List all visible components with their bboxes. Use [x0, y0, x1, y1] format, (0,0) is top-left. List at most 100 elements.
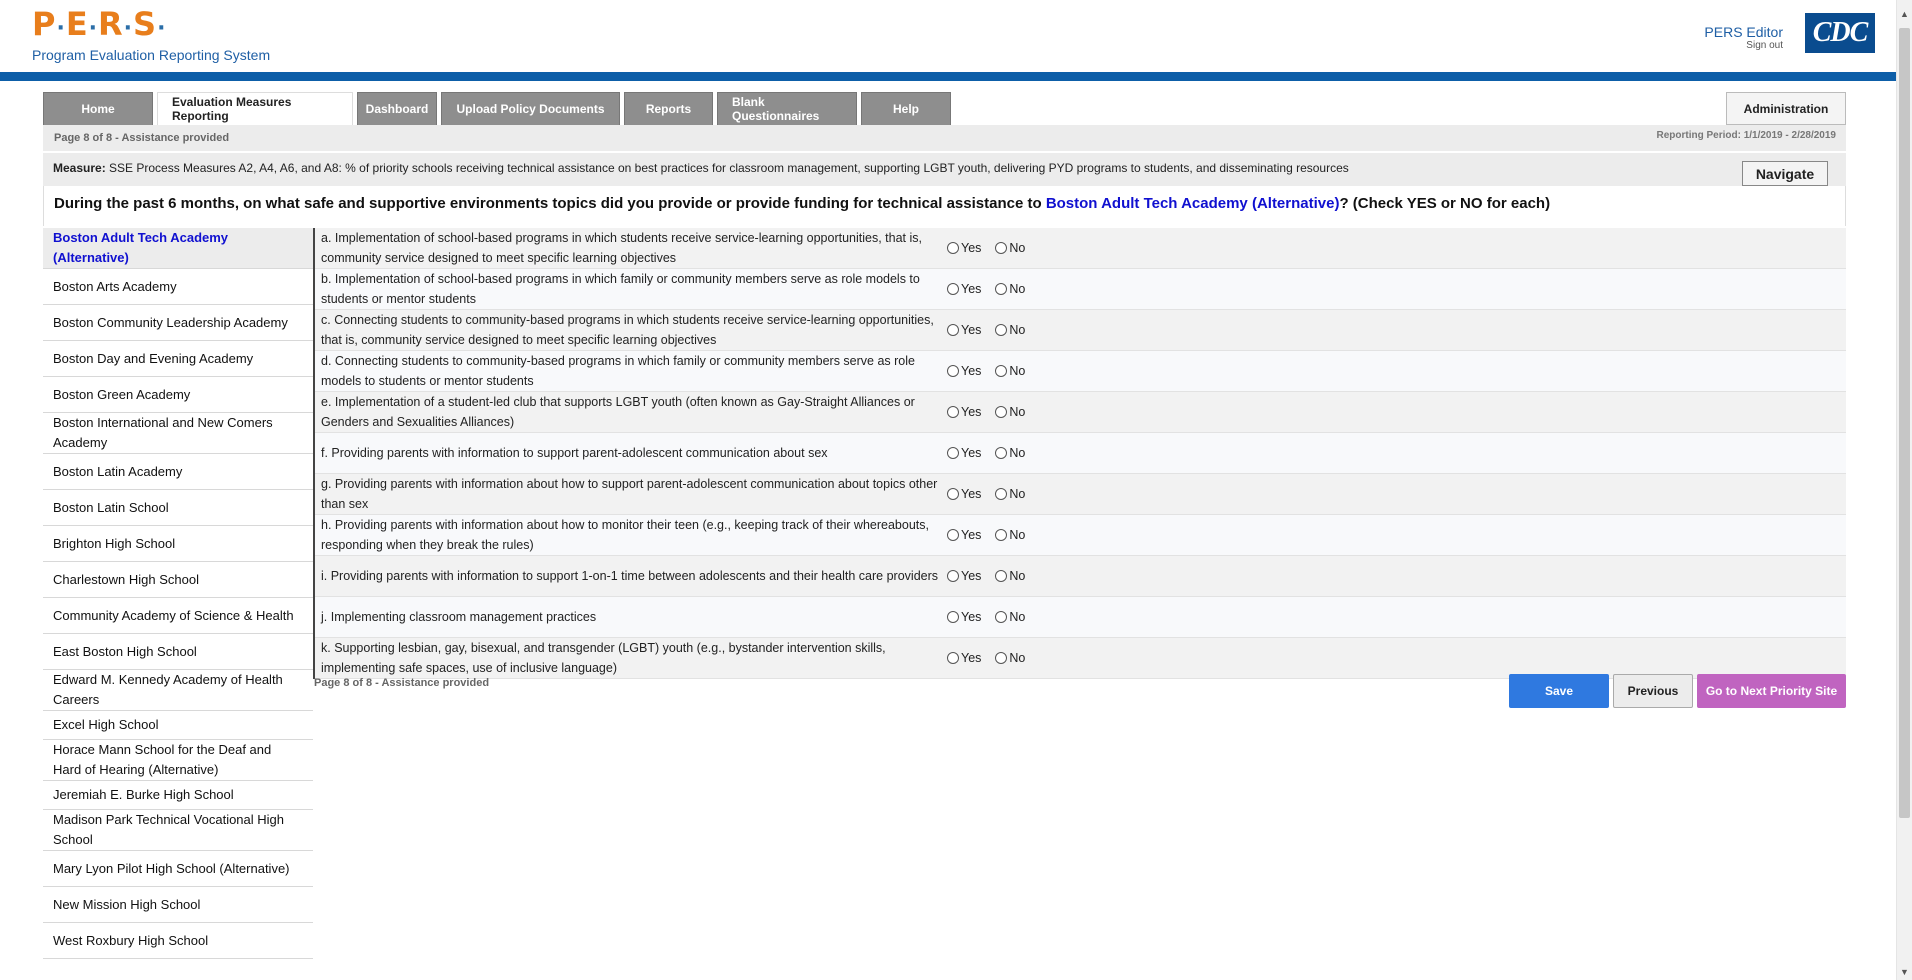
previous-button[interactable]: Previous: [1613, 674, 1693, 708]
scroll-up-icon[interactable]: ▲: [1897, 6, 1912, 22]
radio-yes[interactable]: Yes: [947, 487, 981, 501]
radio-no[interactable]: No: [995, 241, 1025, 255]
radio-circle-icon[interactable]: [947, 324, 959, 336]
site-list-item[interactable]: East Boston High School: [43, 634, 313, 670]
radio-no[interactable]: No: [995, 651, 1025, 665]
tab-blank-questionnaires[interactable]: Blank Questionnaires: [717, 92, 857, 125]
radio-no[interactable]: No: [995, 405, 1025, 419]
site-list-item[interactable]: Excel High School: [43, 711, 313, 740]
site-list-item[interactable]: Madison Park Technical Vocational High S…: [43, 810, 313, 851]
site-list-item[interactable]: Brighton High School: [43, 526, 313, 562]
radio-no[interactable]: No: [995, 569, 1025, 583]
radio-circle-icon[interactable]: [995, 529, 1008, 541]
radio-circle-icon[interactable]: [947, 488, 959, 500]
radio-no[interactable]: No: [995, 364, 1025, 378]
question-text: e. Implementation of a student-led club …: [321, 395, 915, 429]
administration-button[interactable]: Administration: [1726, 92, 1846, 125]
radio-label: Yes: [961, 446, 982, 460]
site-list-item[interactable]: Jeremiah E. Burke High School: [43, 781, 313, 810]
radio-circle-icon[interactable]: [995, 324, 1008, 336]
radio-circle-icon[interactable]: [947, 365, 959, 377]
site-list-item[interactable]: Horace Mann School for the Deaf and Hard…: [43, 740, 313, 781]
radio-label: No: [1009, 610, 1026, 624]
radio-yes[interactable]: Yes: [947, 241, 981, 255]
radio-circle-icon[interactable]: [995, 447, 1008, 459]
radio-label: Yes: [961, 282, 982, 296]
vertical-scrollbar[interactable]: ▲ ▼: [1896, 0, 1912, 980]
site-list-item[interactable]: Boston Arts Academy: [43, 269, 313, 305]
site-list-item[interactable]: Edward M. Kennedy Academy of Health Care…: [43, 670, 313, 711]
sub-header: Page 8 of 8 - Assistance provided Report…: [43, 125, 1846, 151]
radio-circle-icon[interactable]: [947, 242, 959, 254]
radio-yes[interactable]: Yes: [947, 651, 981, 665]
site-list-item[interactable]: Boston International and New Comers Acad…: [43, 413, 313, 454]
radio-no[interactable]: No: [995, 610, 1025, 624]
radio-circle-icon[interactable]: [995, 283, 1008, 295]
logo-letter: R: [98, 5, 124, 43]
radio-circle-icon[interactable]: [995, 365, 1008, 377]
radio-circle-icon[interactable]: [995, 406, 1008, 418]
site-list-item[interactable]: New Mission High School: [43, 887, 313, 923]
site-list-item[interactable]: Boston Adult Tech Academy (Alternative): [43, 228, 313, 269]
logo-dot: ·: [157, 16, 167, 41]
cdc-logo-text: CDC: [1812, 17, 1869, 48]
radio-circle-icon[interactable]: [995, 570, 1008, 582]
radio-yes[interactable]: Yes: [947, 446, 981, 460]
sign-out-link[interactable]: Sign out: [1704, 40, 1783, 51]
logo-dot: ·: [123, 16, 134, 41]
next-priority-site-button[interactable]: Go to Next Priority Site: [1697, 674, 1846, 708]
site-list-item[interactable]: Charlestown High School: [43, 562, 313, 598]
site-list-item[interactable]: West Roxbury High School: [43, 923, 313, 959]
header: P·E·R·S· Program Evaluation Reporting Sy…: [0, 0, 1896, 72]
tab-upload-policy-documents[interactable]: Upload Policy Documents: [441, 92, 620, 125]
radio-circle-icon[interactable]: [947, 652, 959, 664]
radio-yes[interactable]: Yes: [947, 569, 981, 583]
radio-yes[interactable]: Yes: [947, 323, 981, 337]
pers-logo[interactable]: P·E·R·S· Program Evaluation Reporting Sy…: [32, 6, 270, 63]
scroll-down-icon[interactable]: ▼: [1897, 964, 1912, 980]
tab-reports[interactable]: Reports: [624, 92, 713, 125]
answer-options: Yes No: [947, 569, 1039, 583]
site-list-item[interactable]: Community Academy of Science & Health: [43, 598, 313, 634]
tab-home[interactable]: Home: [43, 92, 153, 125]
tab-help[interactable]: Help: [861, 92, 951, 125]
answer-options: Yes No: [947, 241, 1039, 255]
navigate-button[interactable]: Navigate: [1742, 161, 1828, 186]
main-tabs: Home Evaluation Measures Reporting Dashb…: [43, 92, 955, 125]
logo-letter: S: [133, 5, 158, 43]
site-list: Boston Adult Tech Academy (Alternative) B…: [43, 228, 313, 959]
radio-circle-icon[interactable]: [947, 529, 959, 541]
site-list-item[interactable]: Boston Green Academy: [43, 377, 313, 413]
radio-yes[interactable]: Yes: [947, 528, 981, 542]
site-list-item[interactable]: Boston Latin School: [43, 490, 313, 526]
question-prefix: During the past 6 months, on what safe a…: [54, 195, 1046, 212]
radio-circle-icon[interactable]: [947, 447, 959, 459]
tab-dashboard[interactable]: Dashboard: [357, 92, 437, 125]
site-list-item[interactable]: Boston Latin Academy: [43, 454, 313, 490]
radio-yes[interactable]: Yes: [947, 405, 981, 419]
site-list-item[interactable]: Boston Community Leadership Academy: [43, 305, 313, 341]
radio-circle-icon[interactable]: [995, 652, 1008, 664]
question-text: c. Connecting students to community-base…: [321, 313, 934, 347]
radio-no[interactable]: No: [995, 528, 1025, 542]
radio-yes[interactable]: Yes: [947, 282, 981, 296]
radio-no[interactable]: No: [995, 487, 1025, 501]
radio-circle-icon[interactable]: [947, 570, 959, 582]
save-button[interactable]: Save: [1509, 674, 1609, 708]
radio-circle-icon[interactable]: [947, 406, 959, 418]
radio-circle-icon[interactable]: [995, 242, 1008, 254]
radio-circle-icon[interactable]: [947, 611, 959, 623]
radio-label: No: [1009, 446, 1026, 460]
radio-yes[interactable]: Yes: [947, 610, 981, 624]
radio-circle-icon[interactable]: [947, 283, 959, 295]
tab-evaluation-measures-reporting[interactable]: Evaluation Measures Reporting: [157, 92, 353, 125]
site-list-item[interactable]: Mary Lyon Pilot High School (Alternative…: [43, 851, 313, 887]
radio-no[interactable]: No: [995, 323, 1025, 337]
radio-yes[interactable]: Yes: [947, 364, 981, 378]
radio-circle-icon[interactable]: [995, 488, 1008, 500]
site-list-item[interactable]: Boston Day and Evening Academy: [43, 341, 313, 377]
radio-no[interactable]: No: [995, 282, 1025, 296]
scroll-thumb[interactable]: [1899, 28, 1910, 818]
radio-no[interactable]: No: [995, 446, 1025, 460]
radio-circle-icon[interactable]: [995, 611, 1008, 623]
